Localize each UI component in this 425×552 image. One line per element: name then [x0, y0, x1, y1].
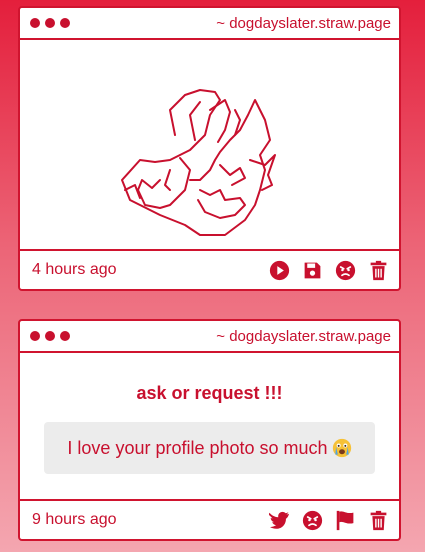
question-prompt: ask or request !!!	[136, 383, 283, 403]
angry-face-icon[interactable]	[302, 510, 323, 531]
crying-face-icon	[332, 438, 352, 458]
question-post-card: ~ dogdayslater.straw.page ask or request…	[18, 319, 401, 541]
trash-icon[interactable]	[368, 510, 389, 531]
window-titlebar: ~ dogdayslater.straw.page	[20, 321, 399, 353]
doodle-drawing	[121, 89, 276, 236]
dot-icon	[60, 331, 70, 341]
post-footer: 4 hours ago	[20, 249, 399, 289]
drawing-canvas	[20, 40, 399, 249]
window-dots	[30, 331, 70, 341]
trash-icon[interactable]	[368, 260, 389, 281]
window-dots	[30, 18, 70, 28]
dot-icon	[45, 331, 55, 341]
site-link[interactable]: ~ dogdayslater.straw.page	[216, 15, 391, 32]
save-icon[interactable]	[302, 260, 323, 281]
timestamp: 4 hours ago	[32, 261, 117, 278]
dot-icon	[30, 18, 40, 28]
window-titlebar: ~ dogdayslater.straw.page	[20, 8, 399, 40]
dot-icon	[30, 331, 40, 341]
play-icon[interactable]	[269, 260, 290, 281]
dot-icon	[45, 18, 55, 28]
answer-text: I love your profile photo so much	[67, 437, 328, 458]
action-bar	[269, 510, 389, 531]
angry-face-icon[interactable]	[335, 260, 356, 281]
site-link[interactable]: ~ dogdayslater.straw.page	[216, 328, 391, 345]
timestamp: 9 hours ago	[32, 511, 117, 528]
drawing-post-card: ~ dogdayslater.straw.page 4 hours ago	[18, 6, 401, 291]
dot-icon	[60, 18, 70, 28]
action-bar	[269, 260, 389, 281]
post-footer: 9 hours ago	[20, 499, 399, 539]
twitter-icon[interactable]	[269, 510, 290, 531]
flag-icon[interactable]	[335, 510, 356, 531]
answer-bubble: I love your profile photo so much	[44, 422, 375, 474]
